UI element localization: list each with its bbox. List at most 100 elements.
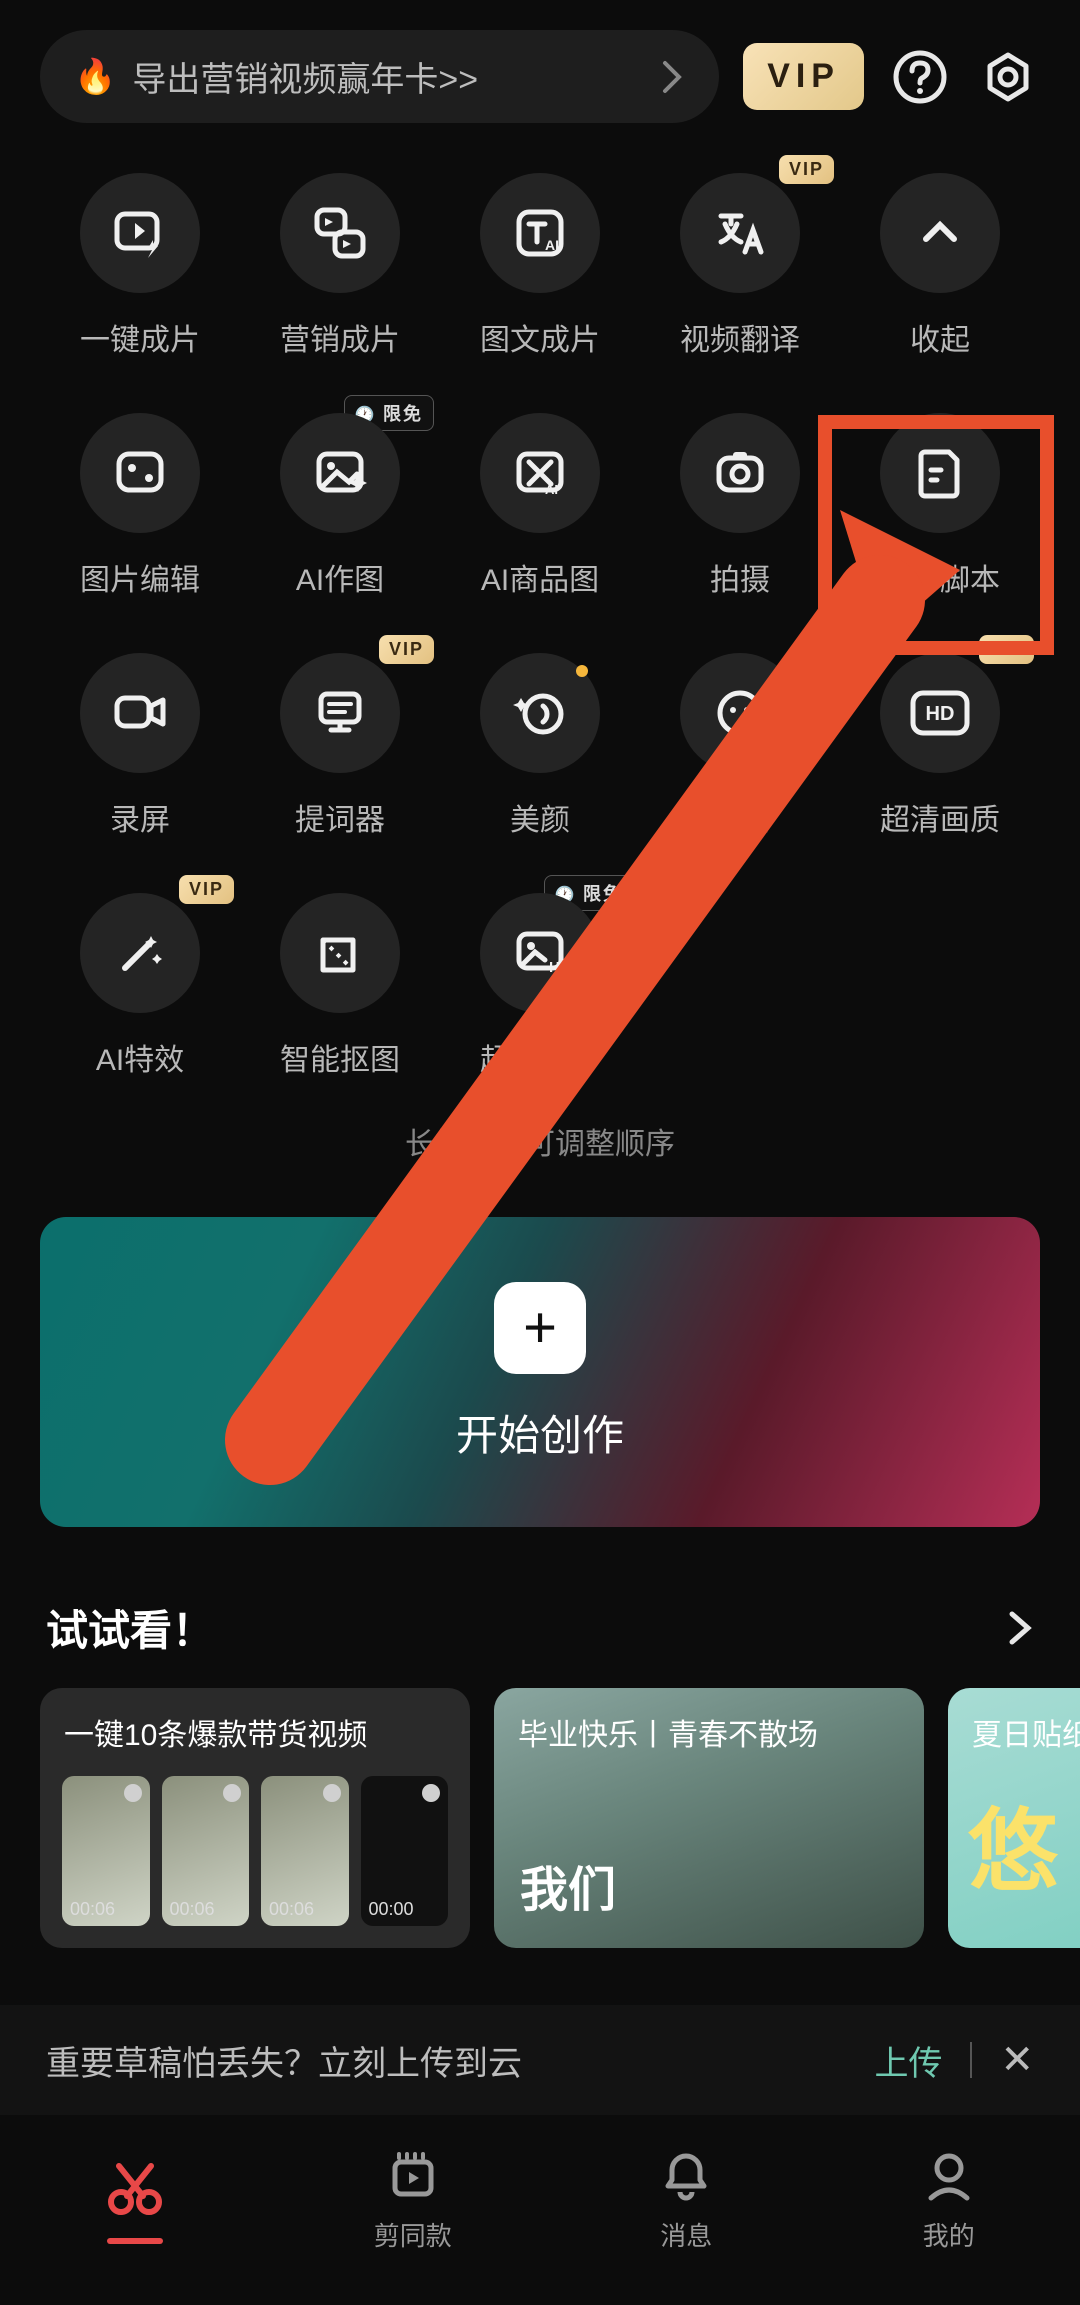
thumbnail: 00:00 [361,1776,449,1926]
try-title: 试试看！ [46,1597,214,1658]
tool-marketing[interactable]: 营销成片 [240,173,440,359]
tool-oneclick[interactable]: 一键成片 [40,173,240,359]
plus-icon: + [494,1282,586,1374]
tool-translate[interactable]: VIP 视频翻译 [640,173,840,359]
tool-label: 图文成片 [480,315,600,359]
tool-label: 超清画质 [880,795,1000,839]
try-card-summer[interactable]: 夏日贴纸 悠 [948,1688,1080,1948]
notification-dot [576,665,588,677]
tool-label: 拍摄 [710,555,770,599]
tool-aiimage[interactable]: 限免 AI作图 [240,413,440,599]
tool-label: 营销成片 [280,315,400,359]
image-edit-icon [111,444,169,502]
dual-play-icon [311,204,369,262]
teleprompter-icon [311,684,369,742]
upload-link[interactable]: 上传 [874,2036,942,2085]
tool-label: 一键成片 [80,315,200,359]
tool-label: 提词器 [295,795,385,839]
vip-tag: VIP [779,155,834,184]
nav-template[interactable]: 剪同款 [374,2148,452,2253]
tool-label: AI特效 [96,1035,184,1079]
tool-imgedit[interactable]: 图片编辑 [40,413,240,599]
tool-teleprompt[interactable]: VIP 提词器 [240,653,440,839]
chevron-up-icon [918,211,962,255]
tool-label: 收起 [910,315,970,359]
thumb-row: 00:06 00:06 00:06 00:00 [40,1776,470,1948]
tool-label: 图片编辑 [80,555,200,599]
settings-icon[interactable] [976,45,1040,109]
annotation-highlight-box [818,415,1054,655]
nav-label: 我的 [923,2216,975,2253]
tool-label: 超清图片 [480,1035,600,1079]
record-icon [111,684,169,742]
vip-tag: VIP [179,875,234,904]
nav-label: 剪同款 [374,2216,452,2253]
svg-text:HD: HD [926,703,955,725]
photo-overlay-text: 我们 [520,1850,616,1920]
nav-profile[interactable]: 我的 [921,2148,977,2253]
face-icon [711,684,769,742]
chevron-right-icon [1006,1608,1034,1648]
drag-reorder-hint: 长按拖动可调整顺序 [0,1119,1080,1163]
magic-wand-icon [111,924,169,982]
start-creating-banner[interactable]: + 开始创作 [40,1217,1040,1527]
tool-label: 智能抠图 [280,1035,400,1079]
translate-icon [711,204,769,262]
upload-banner: 重要草稿怕丢失？立刻上传到云 上传 ✕ [0,2005,1080,2115]
tool-label: 一拍 [710,795,770,839]
cutout-icon [311,924,369,982]
card-title: 一键10条爆款带货视频 [40,1688,470,1776]
start-label: 开始创作 [456,1402,624,1463]
thumbnail: 00:06 [162,1776,250,1926]
tool-hd[interactable]: VIP HD 超清画质 [840,653,1040,839]
card-title: 毕业快乐丨青春不散场 [494,1688,924,1776]
tool-aiproduct[interactable]: AI AI商品图 [440,413,640,599]
template-icon [385,2148,441,2204]
top-bar: 🔥 导出营销视频赢年卡>> VIP [0,0,1080,153]
close-icon[interactable]: ✕ [1000,2037,1034,2083]
upload-text: 重要草稿怕丢失？立刻上传到云 [46,2036,522,2085]
flame-icon: 🔥 [74,57,116,97]
hd-icon: HD [909,689,971,737]
try-section-header[interactable]: 试试看！ [0,1527,1080,1688]
tool-label: 视频翻译 [680,315,800,359]
tool-collapse[interactable]: 收起 [840,173,1040,359]
svg-text:AI: AI [545,237,559,253]
try-cards-row: 一键10条爆款带货视频 00:06 00:06 00:06 00:00 毕业快乐… [0,1688,1080,1948]
profile-icon [921,2148,977,2204]
nav-label: 消息 [660,2216,712,2253]
tool-cutout[interactable]: 智能抠图 [240,893,440,1079]
beauty-icon [511,684,569,742]
nav-messages[interactable]: 消息 [658,2148,714,2253]
play-lightning-icon [111,204,169,262]
vip-badge[interactable]: VIP [743,43,864,110]
ai-product-icon: AI [511,444,569,502]
bottom-nav: 剪同款 消息 我的 [0,2115,1080,2305]
promo-pill[interactable]: 🔥 导出营销视频赢年卡>> [40,30,719,123]
tool-hdimg[interactable]: 限免 HD 超清图片 [440,893,640,1079]
tool-oneshot[interactable]: 一拍 [640,653,840,839]
tool-textai[interactable]: AI 图文成片 [440,173,640,359]
svg-text:HD: HD [549,959,569,976]
scissors-icon [103,2156,167,2220]
separator [970,2042,972,2078]
tool-record[interactable]: 录屏 [40,653,240,839]
nav-cut[interactable] [103,2156,167,2244]
card-title: 夏日贴纸 [948,1688,1080,1776]
help-icon[interactable] [888,45,952,109]
tool-camera[interactable]: 拍摄 [640,413,840,599]
tool-beauty[interactable]: 美颜 [440,653,640,839]
thumbnail: 00:06 [62,1776,150,1926]
try-card-batch[interactable]: 一键10条爆款带货视频 00:06 00:06 00:06 00:00 [40,1688,470,1948]
try-card-graduation[interactable]: 毕业快乐丨青春不散场 我们 [494,1688,924,1948]
camera-icon [711,444,769,502]
tool-label: 录屏 [110,795,170,839]
tool-label: AI作图 [296,555,384,599]
vip-tag: VIP [379,635,434,664]
tool-label: AI商品图 [481,555,599,599]
tool-aifx[interactable]: VIP AI特效 [40,893,240,1079]
ai-picture-icon [311,444,369,502]
bell-icon [658,2148,714,2204]
hd-image-icon: HD [511,924,569,982]
promo-text: 导出营销视频赢年卡>> [132,52,478,101]
